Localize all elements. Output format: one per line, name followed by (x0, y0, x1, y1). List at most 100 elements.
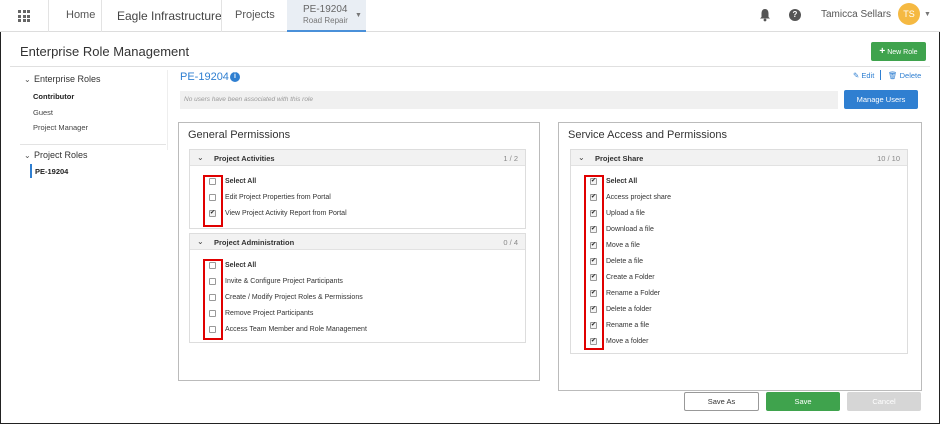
permission-group-project-administration: ⌄ Project Administration 0 / 4 Select Al… (189, 233, 526, 343)
permission-label: Select All (225, 178, 257, 185)
permission-row[interactable]: ✔ Select All (571, 176, 891, 188)
caret-down-icon: ▼ (355, 12, 362, 19)
manage-users-button[interactable]: Manage Users (844, 90, 918, 109)
highlight-box (203, 175, 223, 227)
permission-row[interactable]: Remove Project Participants (190, 308, 510, 320)
permission-label: Edit Project Properties from Portal (225, 194, 331, 201)
nav-active-project[interactable]: PE-19204 Road Repair ▼ (287, 0, 366, 32)
permission-row[interactable]: ✔ Download a file (571, 224, 891, 236)
new-role-button[interactable]: + New Role (871, 42, 926, 61)
sidebar-item-contributor[interactable]: Contributor (33, 92, 74, 101)
permission-row[interactable]: Edit Project Properties from Portal (190, 192, 510, 204)
permission-label: Create a Folder (606, 274, 655, 281)
group-header[interactable]: ⌄ Project Activities 1 / 2 (190, 150, 525, 166)
associated-users-box: No users have been associated with this … (180, 91, 838, 109)
permission-row[interactable]: ✔ Delete a folder (571, 304, 891, 316)
sidebar-heading-project-roles[interactable]: ⌄ Project Roles (24, 150, 88, 160)
sidebar-divider (20, 144, 166, 145)
group-count: 1 / 2 (503, 154, 518, 163)
new-role-label: New Role (887, 49, 918, 56)
permission-label: Access Team Member and Role Management (225, 326, 367, 333)
role-title: PE-19204 (180, 71, 229, 83)
group-title: Project Administration (214, 238, 295, 247)
group-header[interactable]: ⌄ Project Administration 0 / 4 (190, 234, 525, 250)
page-title: Enterprise Role Management (20, 44, 190, 59)
chevron-down-icon: ⌄ (24, 151, 31, 160)
permission-label: Rename a Folder (606, 290, 661, 297)
permission-row[interactable]: ✔ Rename a file (571, 320, 891, 332)
nav-projects[interactable]: Projects (235, 9, 275, 21)
group-count: 10 / 10 (877, 154, 900, 163)
permission-label: Access project share (606, 194, 671, 201)
sidebar-item-project-manager[interactable]: Project Manager (33, 123, 88, 132)
group-title: Project Share (595, 154, 644, 163)
sidebar-item-pe-19204[interactable]: PE-19204 (35, 167, 68, 176)
permission-row[interactable]: ✔ Access project share (571, 192, 891, 204)
permission-row[interactable]: ✔ Move a folder (571, 336, 891, 348)
bell-icon[interactable] (759, 8, 771, 22)
trash-icon: 🗑 (888, 71, 900, 80)
delete-link[interactable]: 🗑 Delete (888, 71, 921, 80)
permission-row[interactable]: Create / Modify Project Roles & Permissi… (190, 292, 510, 304)
user-name[interactable]: Tamicca Sellars (821, 9, 891, 20)
permission-row[interactable]: Access Team Member and Role Management (190, 324, 510, 336)
sidebar-divider (167, 70, 168, 150)
users-placeholder: No users have been associated with this … (184, 96, 313, 103)
active-project-name: Road Repair (303, 16, 348, 25)
permission-label: Select All (225, 262, 257, 269)
permission-label: Upload a file (606, 210, 645, 217)
sidebar-heading-enterprise-roles[interactable]: ⌄ Enterprise Roles (24, 74, 101, 84)
nav-divider (48, 0, 49, 32)
chevron-down-icon: ⌄ (197, 237, 204, 246)
permission-row[interactable]: ✔ Upload a file (571, 208, 891, 220)
active-indicator (30, 164, 32, 178)
permission-group-project-share: ⌄ Project Share 10 / 10 ✔ Select All ✔ Acc… (570, 149, 908, 354)
nav-company[interactable]: Eagle Infrastructure (117, 9, 222, 23)
permission-label: Invite & Configure Project Participants (225, 278, 343, 285)
permission-label: Move a file (606, 242, 640, 249)
edit-link[interactable]: ✎ Edit (853, 71, 874, 80)
permission-row[interactable]: ✔ Move a file (571, 240, 891, 252)
chevron-down-icon: ⌄ (24, 75, 31, 84)
panel-title: Service Access and Permissions (568, 129, 727, 141)
link-divider (880, 70, 881, 80)
general-permissions-panel: General Permissions ⌄ Project Activities… (178, 122, 540, 381)
permission-row[interactable]: ✔ Create a Folder (571, 272, 891, 284)
panel-title: General Permissions (188, 129, 291, 141)
permission-row[interactable]: Invite & Configure Project Participants (190, 276, 510, 288)
save-button[interactable]: Save (766, 392, 840, 411)
permission-group-project-activities: ⌄ Project Activities 1 / 2 Select All Ed… (189, 149, 526, 229)
save-as-button[interactable]: Save As (684, 392, 759, 411)
permission-label: View Project Activity Report from Portal (225, 210, 347, 217)
nav-home[interactable]: Home (66, 9, 95, 21)
caret-down-icon[interactable]: ▼ (924, 11, 931, 18)
highlight-box (584, 175, 604, 350)
permission-label: Delete a folder (606, 306, 652, 313)
info-icon[interactable]: i (230, 72, 240, 82)
nav-divider (221, 0, 222, 32)
permission-row[interactable]: ✔ Rename a Folder (571, 288, 891, 300)
permission-label: Rename a file (606, 322, 650, 329)
avatar[interactable]: TS (898, 3, 920, 25)
permission-row[interactable]: ✔ Delete a file (571, 256, 891, 268)
cancel-button[interactable]: Cancel (847, 392, 921, 411)
top-navigation-bar: Home Eagle Infrastructure Projects PE-19… (0, 0, 940, 32)
permission-label: Create / Modify Project Roles & Permissi… (225, 294, 363, 301)
group-header[interactable]: ⌄ Project Share 10 / 10 (571, 150, 907, 166)
sidebar-item-guest[interactable]: Guest (33, 108, 53, 117)
group-title: Project Activities (214, 154, 275, 163)
permission-label: Select All (606, 178, 638, 185)
permission-row[interactable]: Select All (190, 260, 510, 272)
group-count: 0 / 4 (503, 238, 518, 247)
permission-label: Move a folder (606, 338, 649, 345)
chevron-down-icon: ⌄ (197, 153, 204, 162)
permission-label: Remove Project Participants (225, 310, 314, 317)
help-icon[interactable]: ? (789, 9, 801, 21)
highlight-box (203, 259, 223, 340)
permission-row[interactable]: Select All (190, 176, 510, 188)
app-grid-icon[interactable] (18, 10, 30, 22)
nav-divider (101, 0, 102, 32)
permission-row[interactable]: ✔ View Project Activity Report from Porta… (190, 208, 510, 220)
chevron-down-icon: ⌄ (578, 153, 585, 162)
header-divider (10, 66, 930, 67)
